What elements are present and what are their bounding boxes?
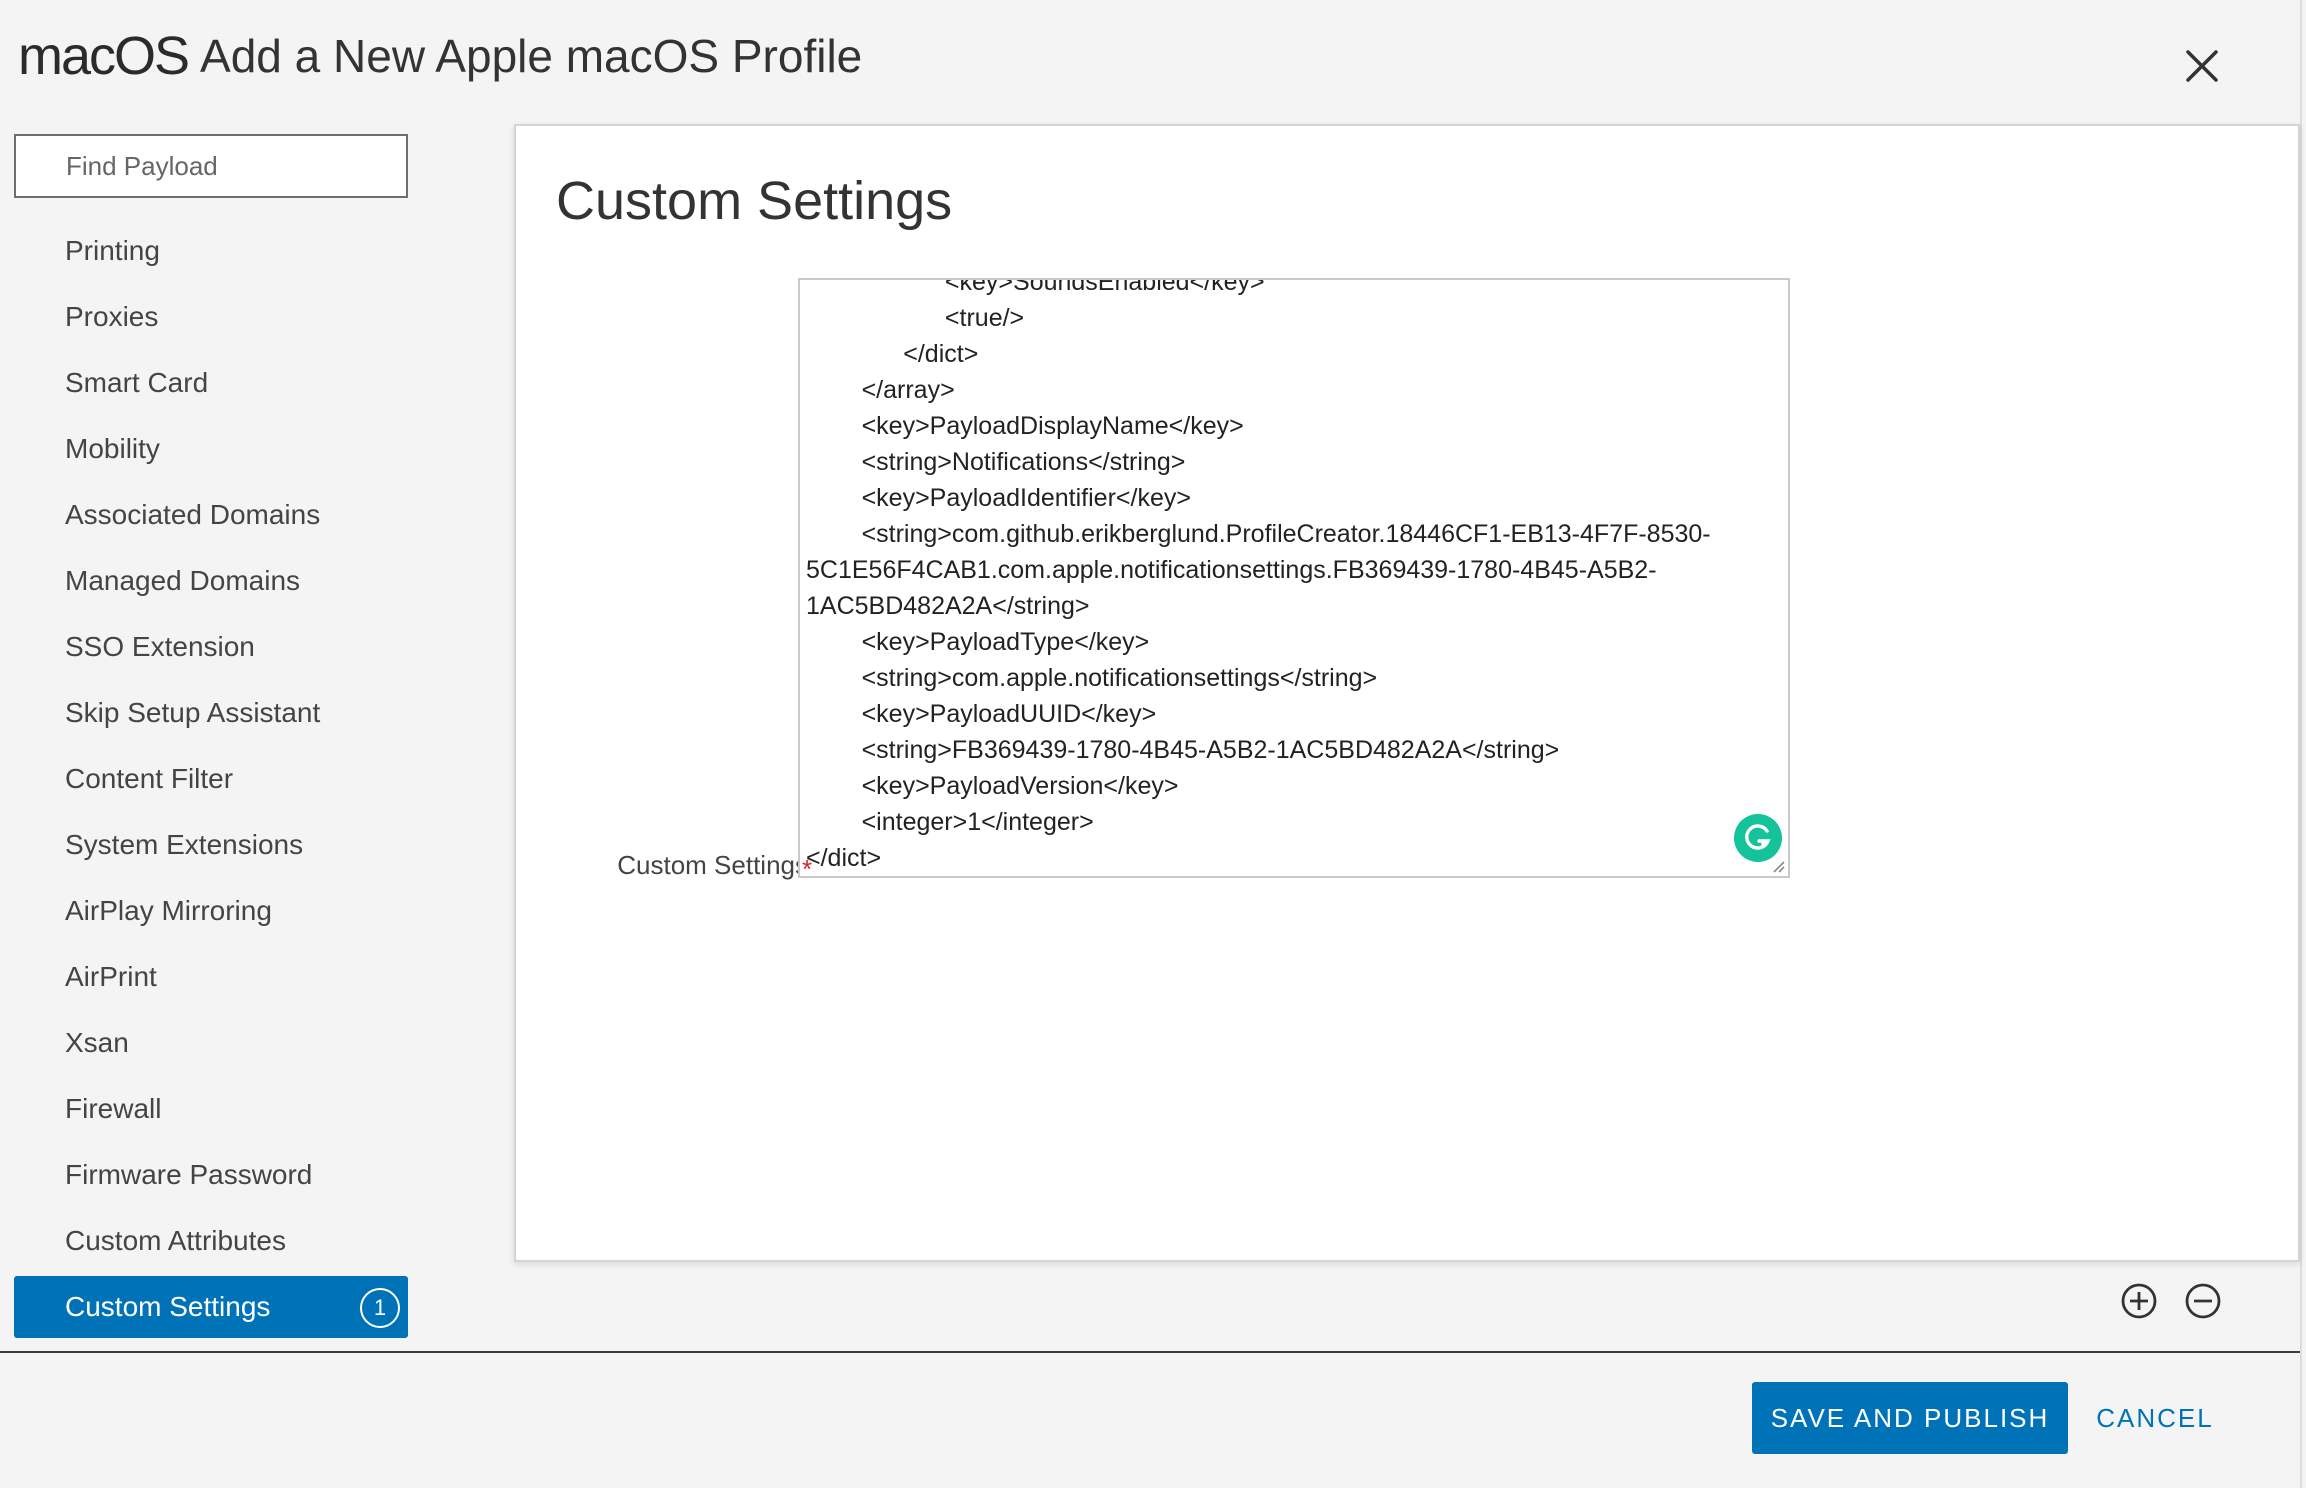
sidebar-item-associated-domains[interactable]: Associated Domains [14, 482, 408, 548]
sidebar-item-label: Mobility [65, 433, 160, 464]
close-icon [2186, 50, 2218, 82]
code-line: </array> [806, 376, 955, 404]
save-and-publish-button[interactable]: SAVE AND PUBLISH [1752, 1382, 2068, 1454]
code-line: <key>PayloadDisplayName</key> [806, 412, 1244, 440]
panel-title: Custom Settings [556, 171, 953, 231]
sidebar-item-label: Skip Setup Assistant [65, 697, 321, 728]
code-line: <string>com.github.erikberglund.ProfileC… [806, 520, 1711, 548]
cancel-button[interactable]: CANCEL [2090, 1382, 2220, 1454]
plus-circle-icon [2121, 1283, 2157, 1319]
sidebar-item-managed-domains[interactable]: Managed Domains [14, 548, 408, 614]
find-payload-input[interactable] [14, 134, 408, 198]
code-line: 5C1E56F4CAB1.com.apple.notificationsetti… [806, 556, 1657, 584]
code-line: <key>PayloadVersion</key> [806, 772, 1179, 800]
grammarly-g-icon [1745, 824, 1771, 850]
xml-content: <key>SoundsEnabled</key> <true/> </dict>… [806, 278, 1786, 876]
close-button[interactable] [2180, 44, 2224, 88]
sidebar-item-printing[interactable]: Printing [14, 218, 408, 284]
code-line: 1AC5BD482A2A</string> [806, 592, 1090, 620]
dialog-right-edge [2300, 0, 2302, 1488]
code-line: </dict> [806, 340, 979, 368]
sidebar-item-firewall[interactable]: Firewall [14, 1076, 408, 1142]
sidebar-item-label: SSO Extension [65, 631, 255, 662]
sidebar-item-label: Proxies [65, 301, 159, 332]
sidebar-item-label: AirPlay Mirroring [65, 895, 272, 926]
dialog-header: macOS Add a New Apple macOS Profile [18, 20, 862, 92]
sidebar-item-label: System Extensions [65, 829, 304, 860]
code-line: <key>PayloadIdentifier</key> [806, 484, 1191, 512]
payload-list: Printing Proxies Smart Card Mobility Ass… [14, 218, 408, 1338]
sidebar-item-label: Managed Domains [65, 565, 301, 596]
code-line: <key>PayloadType</key> [806, 628, 1150, 656]
code-line: <string>com.apple.notificationsettings</… [806, 664, 1378, 692]
sidebar-item-xsan[interactable]: Xsan [14, 1010, 408, 1076]
custom-settings-textarea[interactable]: <key>SoundsEnabled</key> <true/> </dict>… [798, 278, 1790, 878]
code-line: <string>FB369439-1780-4B45-A5B2-1AC5BD48… [806, 736, 1560, 764]
remove-payload-button[interactable] [2184, 1282, 2222, 1320]
sidebar-item-label: Xsan [65, 1027, 129, 1058]
minus-circle-icon [2185, 1283, 2221, 1319]
sidebar-item-label: Custom Attributes [65, 1225, 286, 1256]
required-marker: * [802, 854, 813, 884]
sidebar-item-firmware-password[interactable]: Firmware Password [14, 1142, 408, 1208]
sidebar-item-system-extensions[interactable]: System Extensions [14, 812, 408, 878]
sidebar-item-label: AirPrint [65, 961, 157, 992]
sidebar-item-proxies[interactable]: Proxies [14, 284, 408, 350]
payload-panel: Custom Settings Custom Settings <key>Sou… [514, 124, 2300, 1262]
sidebar-item-smart-card[interactable]: Smart Card [14, 350, 408, 416]
add-payload-button[interactable] [2120, 1282, 2158, 1320]
sidebar-item-airprint[interactable]: AirPrint [14, 944, 408, 1010]
custom-settings-label: Custom Settings [617, 850, 808, 880]
code-line: <integer>1</integer> [806, 808, 1094, 836]
dialog-footer: SAVE AND PUBLISH CANCEL [0, 1353, 2300, 1488]
code-line: <string>Notifications</string> [806, 448, 1186, 476]
resize-handle-icon[interactable] [1770, 858, 1786, 874]
sidebar-item-label: Content Filter [65, 763, 234, 794]
sidebar-item-label: Printing [65, 235, 160, 266]
sidebar-item-label: Firmware Password [65, 1159, 313, 1190]
sidebar-item-mobility[interactable]: Mobility [14, 416, 408, 482]
count-badge: 1 [360, 1288, 400, 1328]
sidebar-item-custom-settings[interactable]: Custom Settings 1 [14, 1276, 408, 1338]
sidebar-item-airplay-mirroring[interactable]: AirPlay Mirroring [14, 878, 408, 944]
sidebar-item-sso-extension[interactable]: SSO Extension [14, 614, 408, 680]
code-line: <key>SoundsEnabled</key> [806, 278, 1265, 296]
code-line: <key>PayloadUUID</key> [806, 700, 1157, 728]
grammarly-icon[interactable] [1734, 814, 1782, 862]
code-line: </dict> [806, 844, 882, 872]
profile-dialog: macOS Add a New Apple macOS Profile Prin… [0, 0, 2306, 1488]
sidebar-item-label: Associated Domains [65, 499, 321, 530]
sidebar-item-custom-attributes[interactable]: Custom Attributes [14, 1208, 408, 1274]
sidebar-item-label: Custom Settings [65, 1291, 271, 1322]
os-label: macOS [18, 26, 190, 86]
sidebar-item-skip-setup-assistant[interactable]: Skip Setup Assistant [14, 680, 408, 746]
code-line: <true/> [806, 304, 1025, 332]
sidebar-item-label: Smart Card [65, 367, 209, 398]
sidebar-item-label: Firewall [65, 1093, 162, 1124]
page-title: Add a New Apple macOS Profile [200, 30, 863, 82]
sidebar-item-content-filter[interactable]: Content Filter [14, 746, 408, 812]
